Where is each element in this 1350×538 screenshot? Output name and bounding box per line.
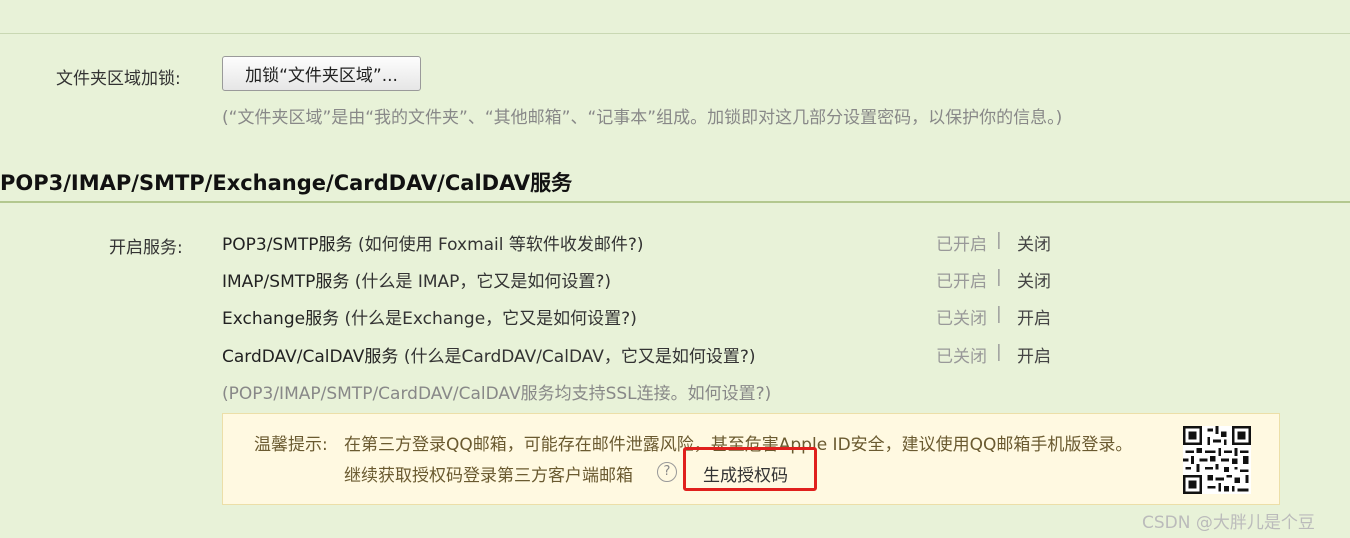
services-label: 开启服务: [109,238,183,258]
help-question-icon[interactable]: ? [657,462,677,482]
service-name: IMAP/SMTP服务 [222,272,350,292]
folder-lock-label: 文件夹区域加锁: [56,69,181,89]
service-row-carddav: CardDAV/CalDAV服务 (什么是CardDAV/CalDAV，它又是如… [222,342,756,367]
service-row-exchange: Exchange服务 (什么是Exchange，它又是如何设置?) [222,304,637,329]
status-separator: | [996,342,1002,362]
qr-code-icon [1183,426,1251,494]
service-help-link[interactable]: (什么是 IMAP，它又是如何设置?) [355,272,611,292]
service-toggle-link[interactable]: 开启 [1017,342,1051,367]
service-toggle-link[interactable]: 关闭 [1017,267,1051,292]
service-name: CardDAV/CalDAV服务 [222,347,399,367]
service-row-pop3: POP3/SMTP服务 (如何使用 Foxmail 等软件收发邮件?) [222,230,644,255]
service-status: 已关闭 [936,309,987,329]
top-divider [0,33,1350,34]
status-separator: | [996,230,1002,250]
section-divider [0,201,1350,203]
tip-label: 温馨提示: [254,435,328,455]
highlight-box [683,447,817,491]
lock-folder-button[interactable]: 加锁“文件夹区域”... [222,56,421,91]
folder-lock-note: (“文件夹区域”是由“我的文件夹”、“其他邮箱”、“记事本”组成。加锁即对这几部… [222,108,1063,128]
status-separator: | [996,304,1002,324]
tip-text-line2: 继续获取授权码登录第三方客户端邮箱 [344,466,633,486]
service-status: 已关闭 [936,347,987,367]
service-toggle-link[interactable]: 开启 [1017,304,1051,329]
service-help-link[interactable]: (如何使用 Foxmail 等软件收发邮件?) [358,235,644,255]
service-status: 已开启 [936,235,987,255]
section-title: POP3/IMAP/SMTP/Exchange/CardDAV/CalDAV服务 [0,171,573,195]
service-help-link[interactable]: (什么是CardDAV/CalDAV，它又是如何设置?) [404,347,756,367]
service-name: POP3/SMTP服务 [222,235,353,255]
ssl-note: (POP3/IMAP/SMTP/CardDAV/CalDAV服务均支持SSL连接… [222,384,772,404]
watermark: CSDN @大胖儿是个豆 [1142,513,1315,533]
service-name: Exchange服务 [222,309,340,329]
service-row-imap: IMAP/SMTP服务 (什么是 IMAP，它又是如何设置?) [222,267,611,292]
service-status: 已开启 [936,272,987,292]
status-separator: | [996,267,1002,287]
service-help-link[interactable]: (什么是Exchange，它又是如何设置?) [344,309,636,329]
service-toggle-link[interactable]: 关闭 [1017,230,1051,255]
